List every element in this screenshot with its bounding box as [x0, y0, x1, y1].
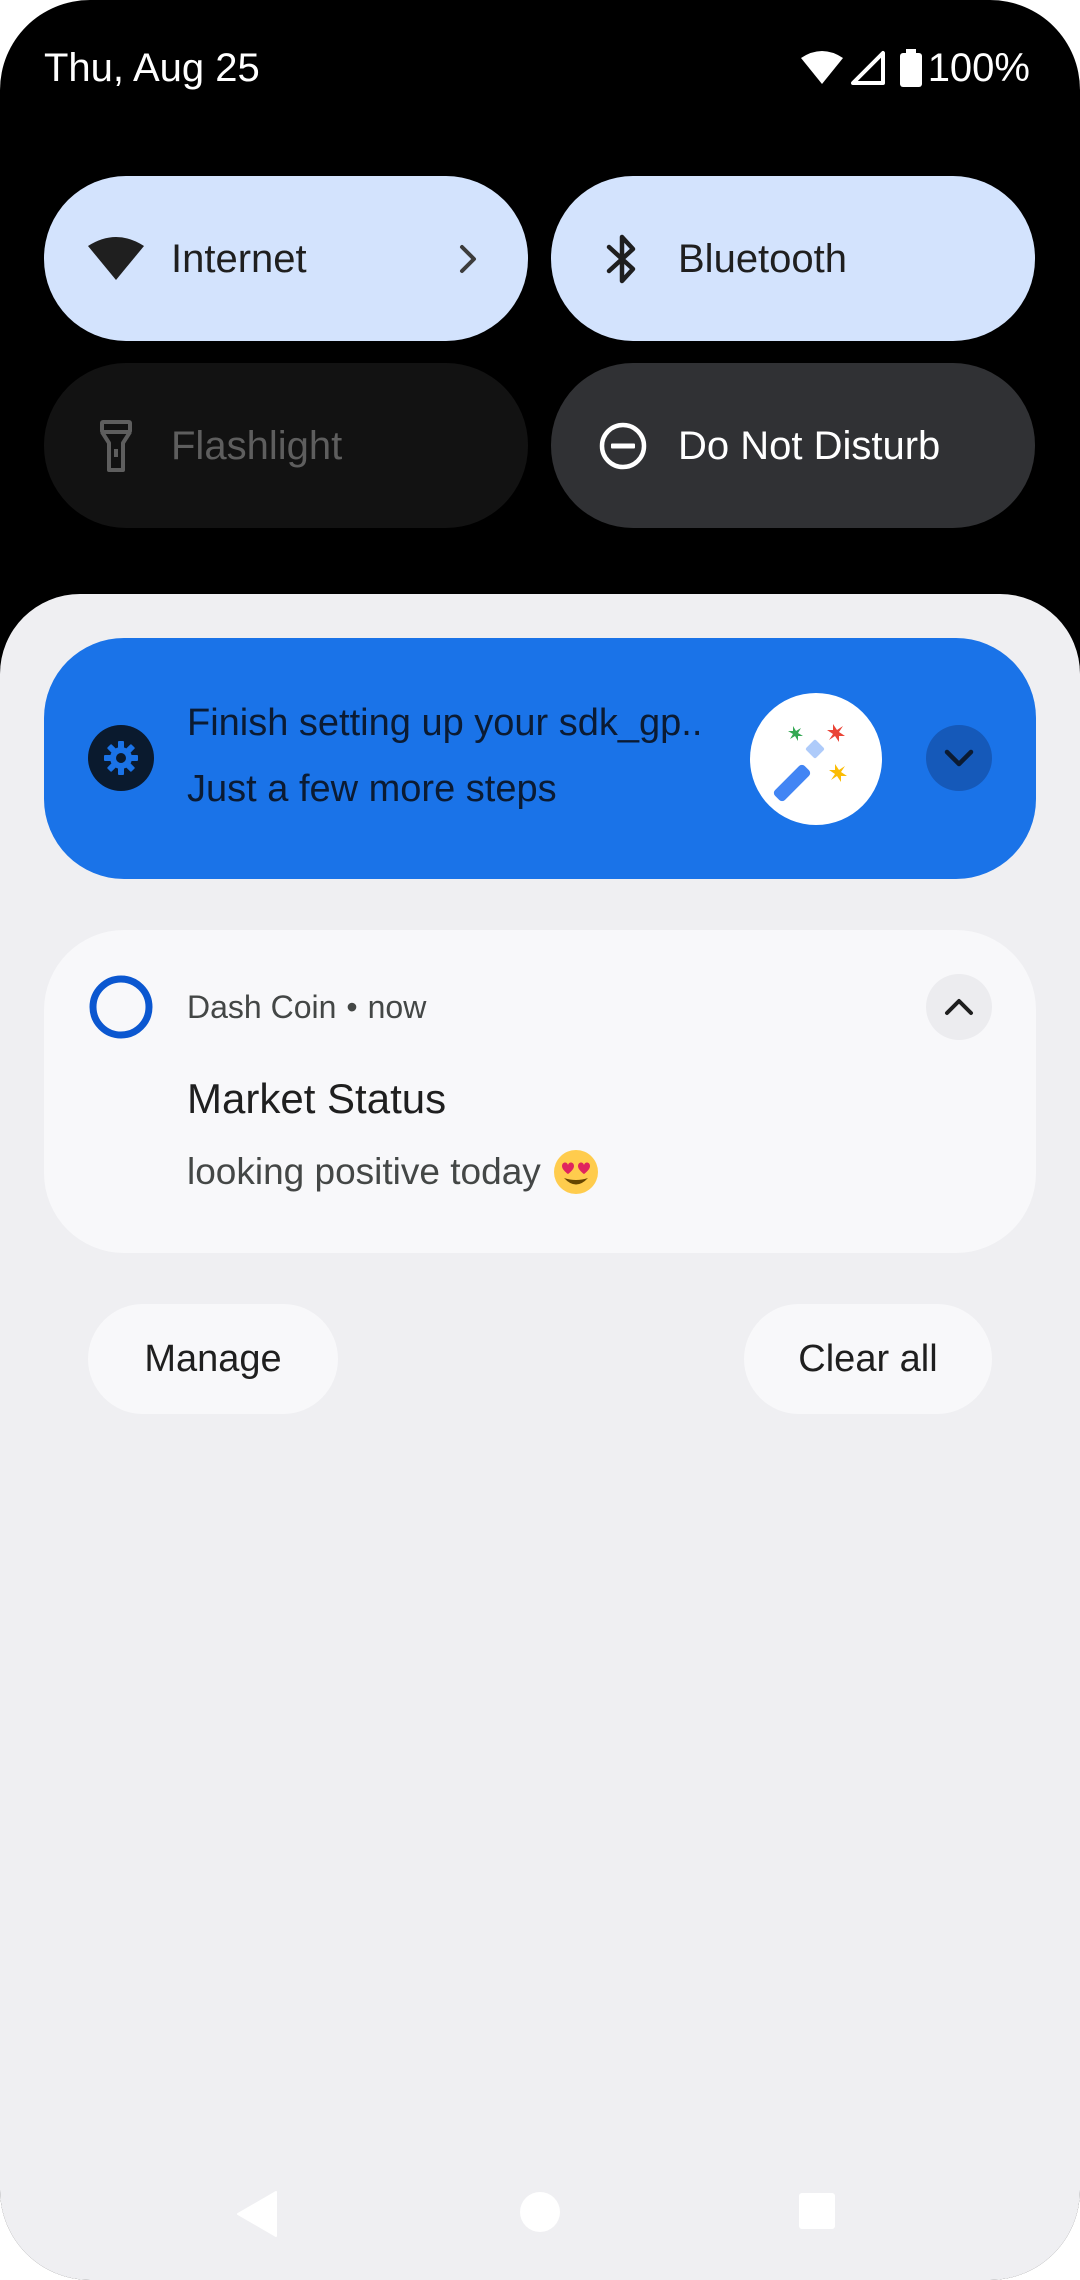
manage-button[interactable]: Manage — [88, 1304, 338, 1414]
chevron-down-icon[interactable] — [926, 725, 992, 791]
wifi-icon — [800, 50, 844, 86]
tile-flashlight-label: Flashlight — [171, 423, 343, 468]
status-bar: Thu, Aug 25 100% — [0, 0, 1080, 130]
wifi-icon — [84, 227, 148, 291]
do-not-disturb-icon — [591, 414, 655, 478]
home-icon[interactable] — [519, 2191, 561, 2233]
status-date: Thu, Aug 25 — [44, 46, 260, 90]
navigation-bar — [0, 2170, 1080, 2260]
notification-body-text: looking positive today — [187, 1151, 541, 1192]
notification-header: Dash Coin • now — [187, 987, 426, 1027]
chevron-right-icon — [448, 239, 488, 279]
battery-percentage: 100% — [927, 46, 1030, 90]
recents-icon[interactable] — [798, 2192, 836, 2230]
header-separator: • — [346, 989, 358, 1025]
tile-do-not-disturb[interactable]: Do Not Disturb — [551, 363, 1035, 528]
battery-icon — [899, 49, 922, 87]
notification-body: looking positive today — [187, 1148, 599, 1196]
notification-shade-screen: Thu, Aug 25 100% Internet Bluetooth Flas… — [0, 0, 1080, 2280]
tile-bluetooth-label: Bluetooth — [678, 236, 848, 281]
bluetooth-icon — [591, 227, 655, 291]
gear-icon — [88, 725, 154, 791]
notification-time: now — [367, 989, 427, 1025]
status-icons: 100% — [800, 44, 1030, 92]
cell-signal-icon — [850, 50, 886, 86]
heart-eyes-emoji — [553, 1150, 598, 1194]
chevron-up-icon[interactable] — [926, 974, 992, 1040]
app-name: Dash Coin — [187, 989, 337, 1025]
magic-wand-icon — [750, 693, 882, 825]
tile-internet[interactable]: Internet — [44, 176, 528, 341]
clear-all-button[interactable]: Clear all — [744, 1304, 992, 1414]
flashlight-icon — [84, 414, 148, 478]
setup-notification-subtitle: Just a few more steps — [187, 768, 557, 810]
back-icon[interactable] — [234, 2188, 282, 2240]
tile-bluetooth[interactable]: Bluetooth — [551, 176, 1035, 341]
dash-coin-notification[interactable]: Dash Coin • now Market Status looking posi… — [44, 930, 1036, 1253]
setup-notification-title: Finish setting up your sdk_gp.. — [187, 702, 703, 744]
dash-coin-app-icon — [88, 974, 154, 1040]
setup-notification[interactable]: Finish setting up your sdk_gp.. Just a f… — [44, 638, 1036, 879]
notification-title: Market Status — [187, 1075, 447, 1122]
tile-do-not-disturb-label: Do Not Disturb — [678, 423, 941, 468]
tile-internet-label: Internet — [171, 236, 307, 281]
tile-flashlight[interactable]: Flashlight — [44, 363, 528, 528]
